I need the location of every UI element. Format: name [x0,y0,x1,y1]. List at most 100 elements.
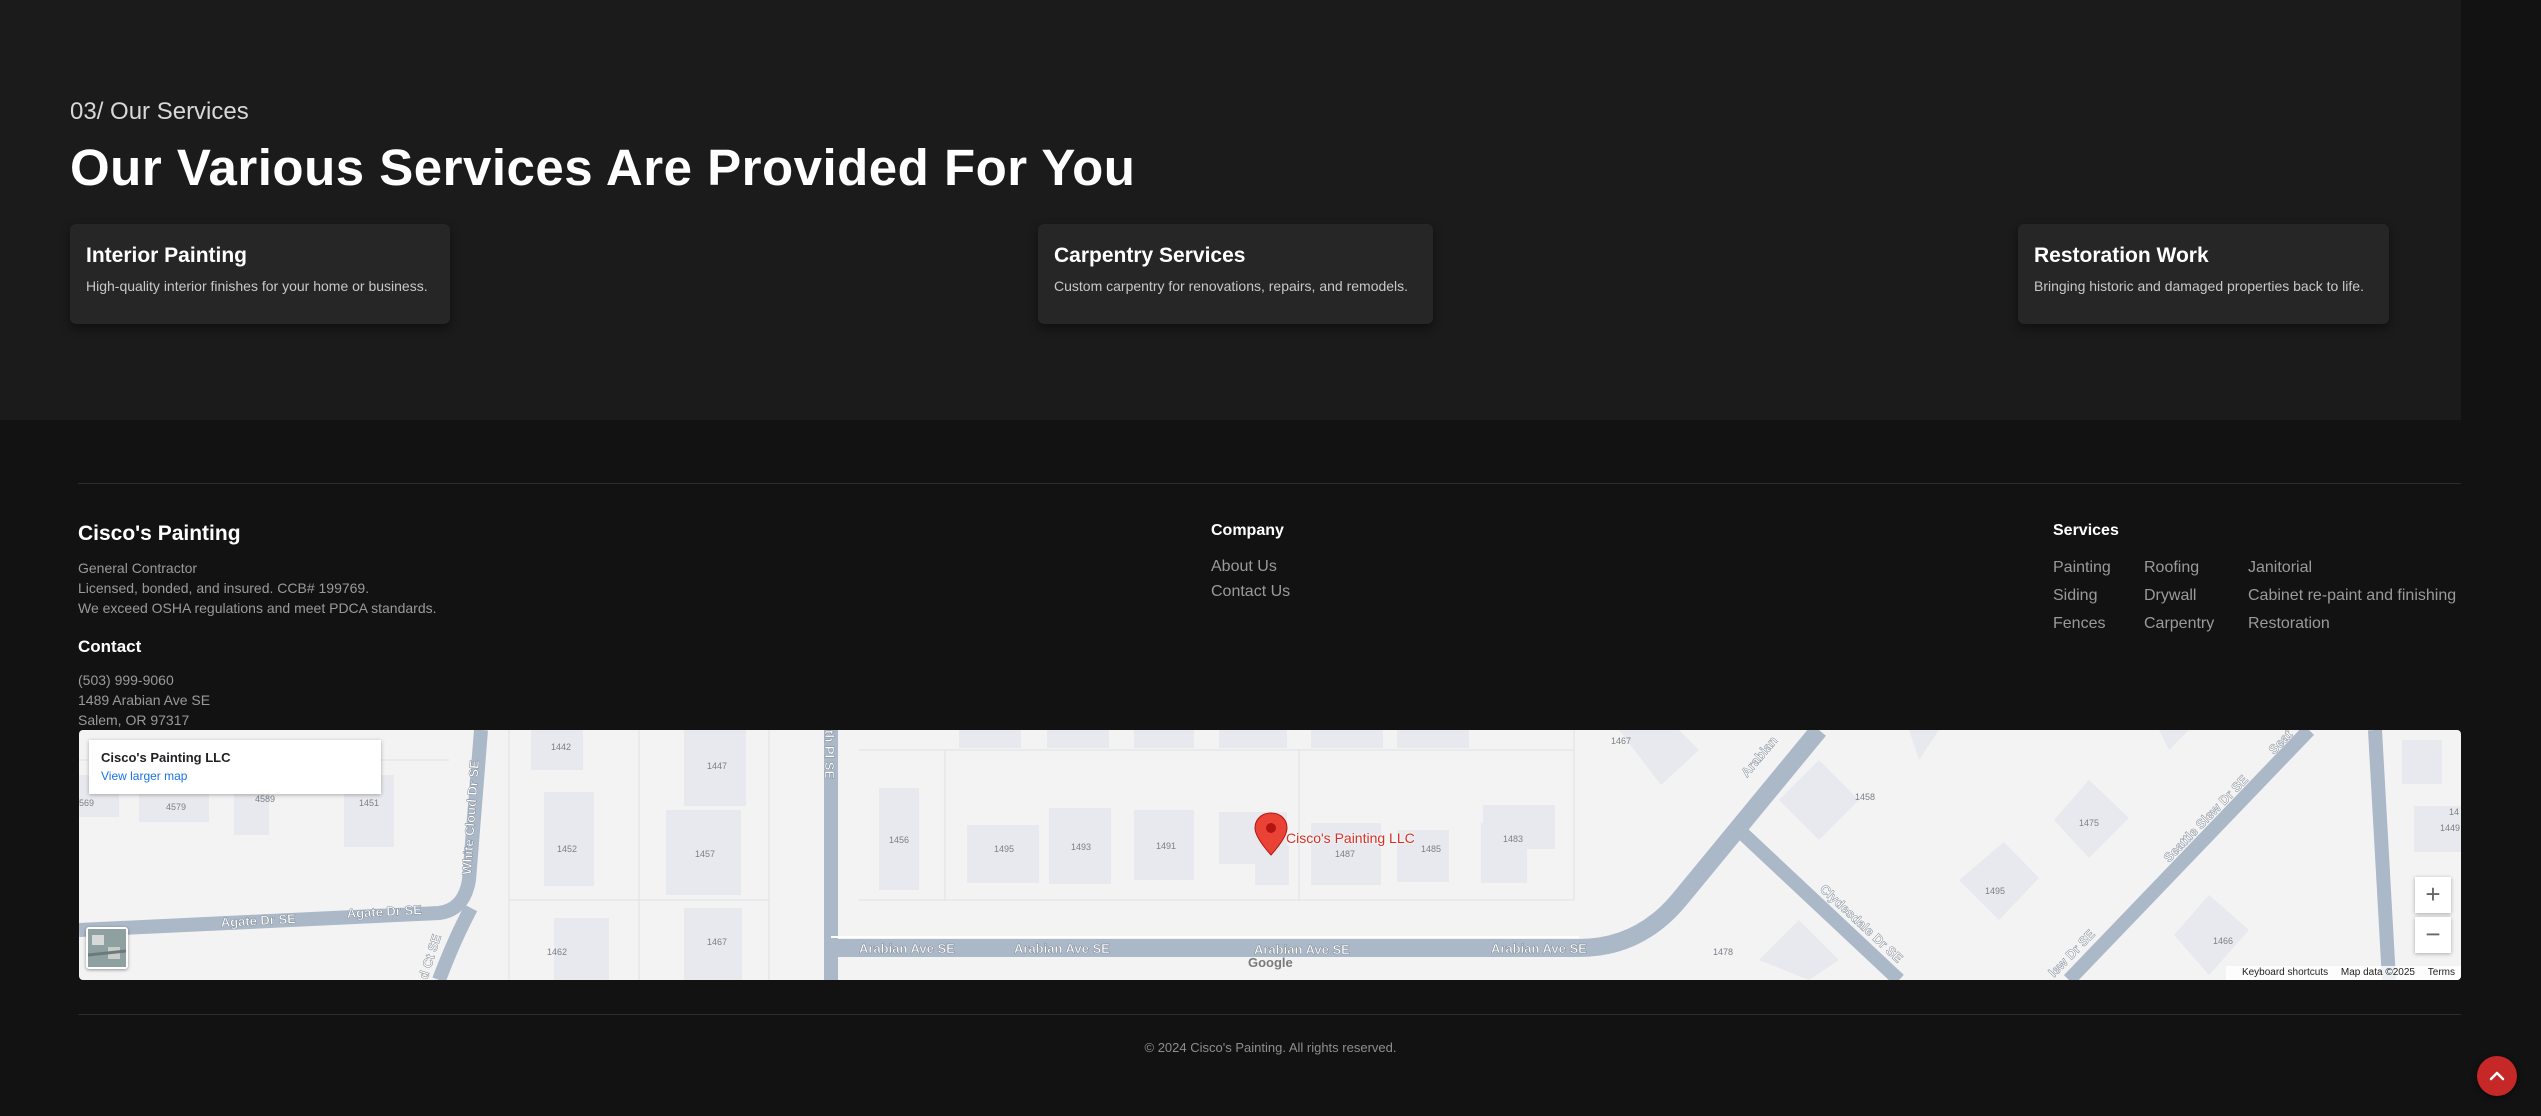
footer-contact-title: Contact [78,637,142,656]
view-larger-map-link[interactable]: View larger map [101,769,369,783]
house-number: 1447 [707,761,727,771]
services-column: Janitorial Cabinet re-paint and finishin… [2248,554,2456,638]
street-label: th Pl SE [822,730,837,779]
footer-contact-info: (503) 999-9060 1489 Arabian Ave SE Salem… [78,670,210,730]
marker-dot [1266,823,1276,833]
building [1311,730,1383,748]
satellite-roof [92,935,104,945]
footer-divider-top [78,483,2461,484]
house-number: 1493 [1071,842,1091,852]
satellite-thumbnail-icon[interactable] [86,927,128,969]
house-number: 569 [79,798,94,808]
building [1047,730,1109,748]
services-column: Painting Siding Fences [2053,554,2111,638]
house-number: 1467 [1611,736,1631,746]
satellite-thumbnail-graphic [88,929,126,967]
service-card-title: Carpentry Services [1054,244,1246,267]
footer-link-contact-us[interactable]: Contact Us [1211,579,1290,604]
footer-service-link[interactable]: Fences [2053,610,2111,638]
building [2174,895,2249,975]
service-card-title: Interior Painting [86,244,248,267]
keyboard-shortcuts-link[interactable]: Keyboard shortcuts [2242,967,2328,978]
house-number: 1451 [359,798,379,808]
footer-company-title: Company [1211,522,1284,539]
service-card-interior-painting: Interior Painting High-quality interior … [70,224,450,324]
house-number: 4579 [166,802,186,812]
road-east [2368,730,2396,980]
zoom-in-button[interactable]: + [2415,877,2451,913]
building [1909,730,1939,760]
footer-link-about-us[interactable]: About Us [1211,554,1290,579]
footer-service-link[interactable]: Siding [2053,582,2111,610]
service-card-restoration: Restoration Work Bringing historic and d… [2018,224,2389,324]
building [1759,920,1839,980]
footer-service-link[interactable]: Carpentry [2144,610,2214,638]
street-label: Arabian Ave SE [859,941,955,956]
building [1397,730,1469,748]
footer-service-link[interactable]: Cabinet re-paint and finishing [2248,582,2456,610]
building [1219,730,1287,748]
service-card-description: High-quality interior finishes for your … [86,278,428,294]
house-number: 1457 [695,849,715,859]
brand-line: We exceed OSHA regulations and meet PDCA… [78,600,437,616]
service-card-description: Bringing historic and damaged properties… [2034,278,2364,294]
house-number: 1456 [889,835,909,845]
footer-services-title: Services [2053,522,2119,539]
contact-phone[interactable]: (503) 999-9060 [78,670,210,690]
services-eyebrow: 03/ Our Services [70,98,249,125]
building [544,792,594,886]
service-card-title: Restoration Work [2034,244,2209,267]
contact-address-line2: Salem, OR 97317 [78,712,190,728]
footer-company-links: About Us Contact Us [1211,554,1290,604]
house-number: 1485 [1421,844,1441,854]
map-place-name: Cisco's Painting LLC [101,750,231,765]
brand-line: Licensed, bonded, and insured. CCB# 1997… [78,580,370,596]
footer-service-link[interactable]: Restoration [2248,610,2456,638]
map-marker-label[interactable]: Cisco's Painting LLC [1286,830,1415,846]
house-number: 1491 [1156,841,1176,851]
street-label: Seattle Slew Dr SE [2160,772,2251,865]
building [2402,740,2442,784]
house-number: 1452 [557,844,577,854]
house-number: 1478 [1713,947,1733,957]
house-number: 1495 [994,844,1014,854]
house-number: 1495 [1985,886,2005,896]
building [1134,730,1194,748]
house-number: 1467 [707,937,727,947]
house-number: 1462 [547,947,567,957]
house-number: 1442 [551,742,571,752]
chevron-up-icon [2489,1071,2505,1081]
house-number: 14 [2449,807,2459,817]
services-heading: Our Various Services Are Provided For Yo… [70,139,1136,196]
service-card-carpentry: Carpentry Services Custom carpentry for … [1038,224,1433,324]
house-number: 1449 [2440,823,2460,833]
embedded-map[interactable]: Arabian Ave SE Arabian Ave SE Arabian Av… [79,730,2461,980]
building [959,730,1021,748]
street-label: Arabian Ave SE [1491,941,1587,956]
footer-service-link[interactable]: Roofing [2144,554,2214,582]
house-number: 1466 [2213,936,2233,946]
service-card-description: Custom carpentry for renovations, repair… [1054,278,1409,294]
brand-line: General Contractor [78,560,198,576]
footer-service-link[interactable]: Janitorial [2248,554,2456,582]
copyright-text: © 2024 Cisco's Painting. All rights rese… [1144,1040,1397,1055]
footer-service-link[interactable]: Painting [2053,554,2111,582]
terms-link[interactable]: Terms [2428,967,2455,978]
map-data-text: Map data ©2025 [2340,967,2415,978]
google-logo: Google [1248,955,1293,970]
services-section: 03/ Our Services Our Various Services Ar… [0,0,2461,420]
map-attribution: Keyboard shortcuts Map data ©2025 Terms [2225,966,2461,980]
street-label: Arabian Ave SE [1014,941,1110,956]
footer-service-link[interactable]: Drywall [2144,582,2214,610]
contact-address-line1: 1489 Arabian Ave SE [78,692,211,708]
building [1959,842,2039,920]
house-number: 1475 [2079,818,2099,828]
zoom-out-button[interactable]: − [2415,917,2451,953]
footer-brand-title: Cisco's Painting [78,522,241,545]
back-to-top-button[interactable] [2477,1056,2517,1096]
building [967,825,1039,883]
map-place-card: Cisco's Painting LLC View larger map [89,740,381,794]
house-number: 1487 [1335,849,1355,859]
map-canvas[interactable]: Arabian Ave SE Arabian Ave SE Arabian Av… [79,730,2461,980]
footer-brand-info: General Contractor Licensed, bonded, and… [78,558,437,618]
